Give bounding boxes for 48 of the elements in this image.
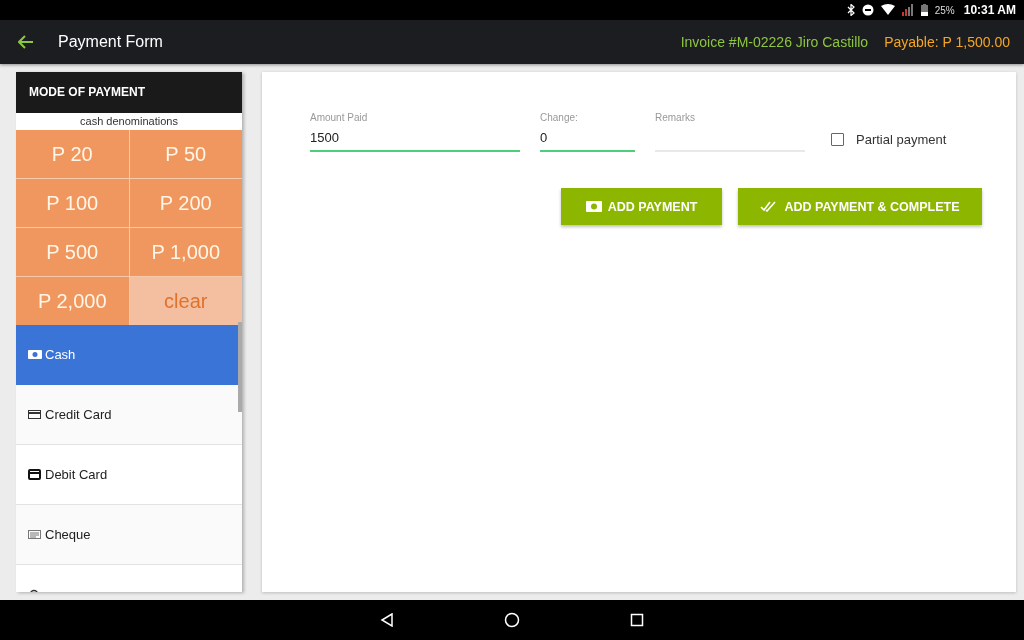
complete-button[interactable]: ADD PAYMENT & COMPLETE	[738, 188, 982, 225]
field-label: Change:	[540, 112, 579, 125]
home-nav-button[interactable]	[502, 610, 522, 630]
method-label: Credit Card	[45, 407, 112, 422]
denomination-button[interactable]: P 100	[16, 179, 129, 227]
denomination-button[interactable]: P 500	[16, 228, 129, 276]
cash-icon	[585, 201, 602, 212]
back-arrow-icon	[18, 35, 34, 49]
clock-time: 10:31 AM	[963, 3, 1016, 17]
checkbox[interactable]	[831, 133, 844, 146]
circle-icon	[504, 612, 520, 628]
denomination-button[interactable]: P 200	[129, 179, 242, 227]
section-label: cash denominations	[79, 114, 179, 129]
field-label: Amount Paid	[310, 112, 369, 125]
add-payment-button[interactable]: ADD PAYMENT	[561, 188, 722, 225]
cash-icon	[28, 349, 42, 360]
denomination-button[interactable]: P 1,000	[129, 228, 242, 276]
wifi-icon	[880, 4, 895, 16]
bluetooth-icon	[846, 4, 855, 16]
denomination-button[interactable]: P 2,000	[16, 277, 129, 325]
field-label: Remarks	[655, 112, 696, 125]
denomination-button[interactable]: P 50	[129, 130, 242, 178]
square-icon	[630, 613, 644, 627]
checkbox-label: Partial payment	[856, 132, 947, 147]
battery-percent: 25%	[934, 4, 955, 16]
denomination-button[interactable]: P 20	[16, 130, 129, 178]
double-check-icon	[760, 201, 779, 212]
method-label: Cheque	[45, 527, 91, 542]
page-title: Payment Form	[58, 33, 164, 51]
method-label: Debit Card	[45, 467, 108, 482]
cheque-icon	[28, 529, 42, 540]
battery-icon	[920, 4, 928, 16]
payment-method-item[interactable]: Credit Card	[16, 385, 242, 445]
recents-nav-button[interactable]	[628, 611, 646, 629]
payment-method-item[interactable]: Cheque	[16, 505, 242, 565]
payment-method-item[interactable]: Debit Card	[16, 445, 242, 505]
card-icon	[28, 469, 42, 480]
payable-amount: Payable: P 1,500.00	[884, 34, 1010, 50]
signal-icon	[901, 4, 914, 16]
back-nav-button[interactable]	[378, 611, 396, 629]
do-not-disturb-icon	[861, 4, 874, 16]
triangle-icon	[380, 613, 394, 627]
panel-title: MODE OF PAYMENT	[16, 72, 242, 113]
card-icon	[28, 409, 42, 420]
invoice-label: Invoice #M-02226 Jiro Castillo	[680, 34, 869, 50]
clear-button[interactable]: clear	[129, 277, 242, 325]
method-label: Cash	[45, 347, 76, 362]
scrollbar-thumb[interactable]	[238, 322, 242, 412]
